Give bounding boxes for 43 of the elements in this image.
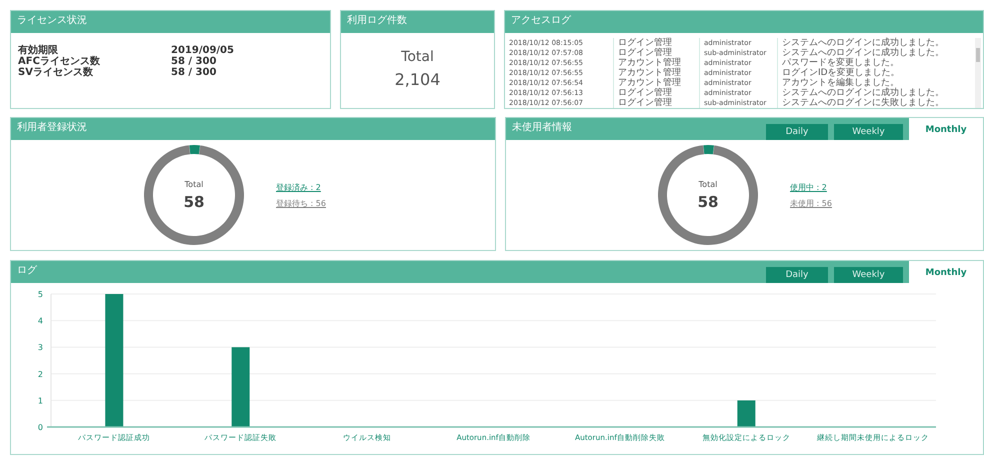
log-category: ログイン管理 <box>613 88 699 98</box>
total-caption: Total <box>401 49 434 65</box>
license-value: 2019/09/05 <box>171 45 235 56</box>
total-caption: Total <box>698 180 718 188</box>
y-axis-label: 0 <box>38 423 43 432</box>
panel-title: ログ <box>16 264 37 278</box>
log-category: アカウント管理 <box>613 78 699 88</box>
panel-title: 未使用者情報 <box>511 120 572 135</box>
period-tab[interactable]: Weekly <box>834 267 903 283</box>
panel-title: アクセスログ <box>510 14 571 28</box>
legend-link[interactable]: 登録済み : 2 <box>276 182 326 192</box>
license-label: SVライセンス数 <box>18 67 94 78</box>
panel-title: 利用ログ件数 <box>346 14 407 28</box>
scrollbar[interactable] <box>975 38 981 108</box>
legend-link[interactable]: 使用中 : 2 <box>790 182 832 192</box>
y-axis-label: 1 <box>38 396 43 406</box>
bar <box>737 400 756 427</box>
log-category: アカウント管理 <box>613 58 699 68</box>
y-axis-label: 4 <box>38 316 43 326</box>
log-category: ログイン管理 <box>613 38 699 48</box>
total-value: 2,104 <box>394 70 440 89</box>
total-caption: Total <box>184 180 204 188</box>
log-category: アカウント管理 <box>613 68 699 78</box>
y-axis-label: 5 <box>38 290 43 299</box>
panel-title: ライセンス状況 <box>16 14 87 28</box>
y-axis-label: 3 <box>38 343 43 352</box>
license-label: AFCライセンス数 <box>18 56 101 67</box>
period-tab[interactable]: Daily <box>766 267 828 283</box>
total-value: 58 <box>184 192 204 210</box>
legend-link[interactable]: 登録待ち : 56 <box>276 198 326 208</box>
period-tab[interactable]: Weekly <box>834 124 903 140</box>
legend-link[interactable]: 未使用 : 56 <box>790 198 832 208</box>
panel-title: 利用者登録状況 <box>16 120 87 135</box>
period-tab[interactable]: Daily <box>766 124 828 140</box>
log-category: ログイン管理 <box>613 98 699 108</box>
period-tab[interactable]: Monthly <box>909 261 983 284</box>
period-tab[interactable]: Monthly <box>909 118 983 141</box>
y-axis-label: 2 <box>38 370 43 379</box>
log-category: ログイン管理 <box>613 48 699 58</box>
license-value: 58 / 300 <box>171 56 218 67</box>
license-value: 58 / 300 <box>171 67 218 78</box>
license-label: 有効期限 <box>18 45 59 56</box>
total-value: 58 <box>698 192 718 210</box>
